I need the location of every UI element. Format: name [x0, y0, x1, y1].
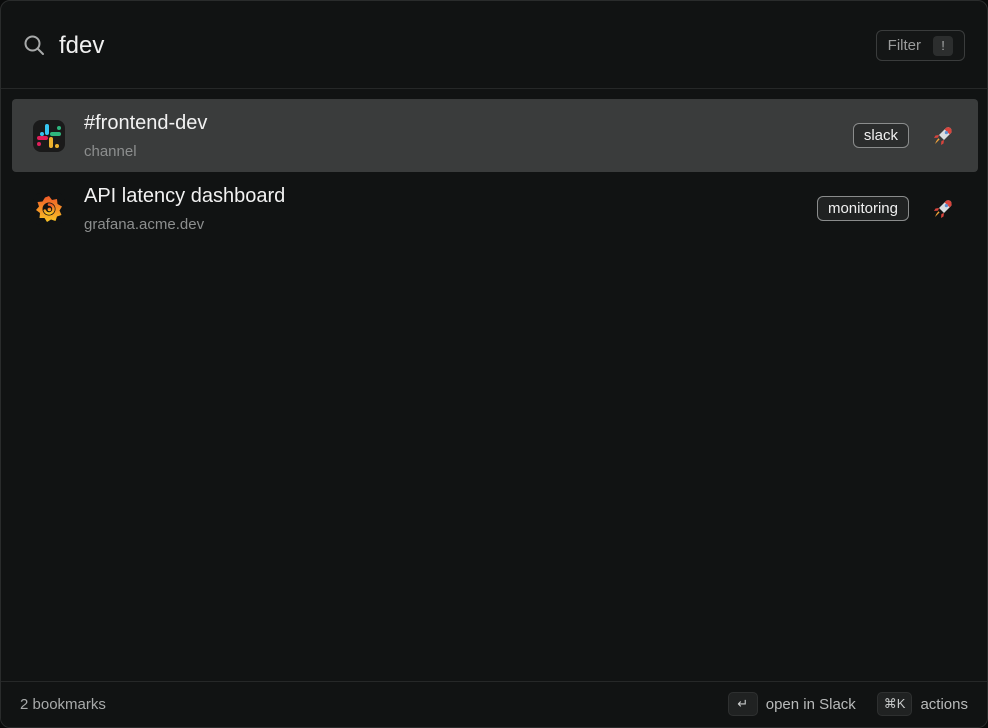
result-item[interactable]: API latency dashboard grafana.acme.dev m…: [12, 172, 978, 245]
bookmark-count: 2 bookmarks: [20, 696, 106, 713]
launcher-window: Filter ! #frontend-dev channel: [0, 0, 988, 728]
result-tag: slack: [852, 123, 909, 148]
result-title: API latency dashboard: [84, 185, 286, 207]
result-subtitle: channel: [84, 143, 137, 160]
result-tag: monitoring: [816, 196, 909, 221]
search-icon: [24, 35, 44, 55]
status-footer: 2 bookmarks ↵ open in Slack ⌘K actions: [1, 681, 987, 727]
open-in-slack-action[interactable]: open in Slack: [766, 696, 856, 713]
results-list: #frontend-dev channel slack API latency …: [12, 99, 978, 245]
enter-key-hint: ↵: [727, 692, 758, 716]
rocket-icon[interactable]: [931, 124, 955, 148]
result-subtitle: grafana.acme.dev: [84, 216, 205, 233]
rocket-icon[interactable]: [931, 197, 955, 221]
search-input[interactable]: [59, 29, 759, 63]
actions-button[interactable]: actions: [920, 696, 968, 713]
slack-icon: [33, 120, 65, 152]
footer-actions: ↵ open in Slack ⌘K actions: [727, 692, 968, 716]
filter-label: Filter: [887, 37, 921, 54]
filter-shortcut: !: [933, 35, 953, 56]
actions-key-hint: ⌘K: [876, 692, 913, 716]
filter-button[interactable]: Filter !: [875, 30, 965, 61]
result-title: #frontend-dev: [84, 112, 208, 134]
search-bar: Filter !: [1, 1, 987, 89]
grafana-icon: [33, 193, 65, 225]
result-item[interactable]: #frontend-dev channel slack: [12, 99, 978, 172]
